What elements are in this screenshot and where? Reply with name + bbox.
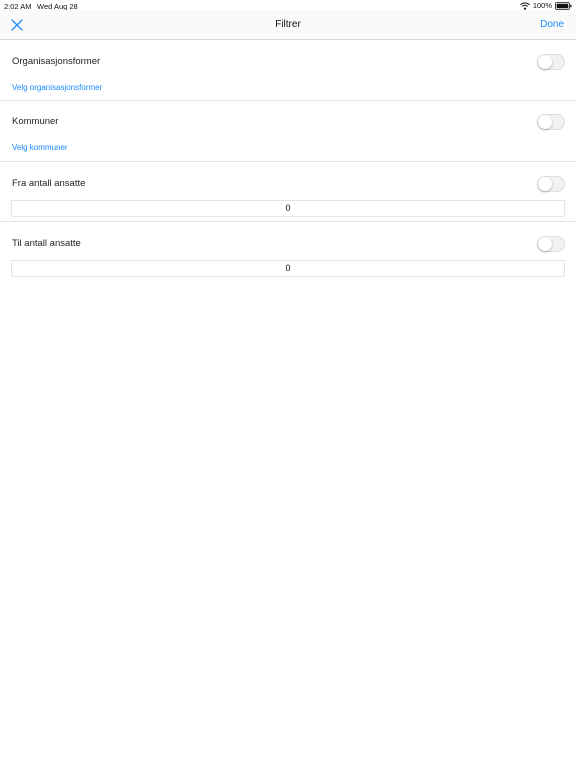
to-employees-input[interactable]: 0 — [11, 260, 565, 277]
status-indicators: 100% — [519, 1, 572, 10]
to-employees-toggle[interactable] — [537, 236, 565, 252]
done-button[interactable]: Done — [540, 19, 564, 30]
org-forms-label: Organisasjonsformer — [12, 56, 101, 67]
to-employees-label: Til antall ansatte — [12, 238, 81, 249]
section-from-employees: Fra antall ansatte 0 — [0, 162, 576, 222]
toggle-knob — [538, 237, 552, 251]
page-title: Filtrer — [275, 19, 301, 30]
battery-percent: 100% — [532, 1, 552, 10]
toggle-knob — [538, 55, 552, 69]
battery-icon — [555, 1, 572, 10]
wifi-icon — [519, 2, 530, 10]
toggle-knob — [538, 177, 552, 191]
section-org-forms: Organisasjonsformer Velg organisasjonsfo… — [0, 41, 576, 101]
municipalities-label: Kommuner — [12, 116, 59, 127]
nav-bar: Filtrer Done — [0, 10, 576, 40]
select-org-forms-link[interactable]: Velg organisasjonsformer — [12, 83, 102, 92]
toggle-knob — [538, 115, 552, 129]
org-forms-toggle[interactable] — [537, 54, 565, 70]
municipalities-toggle[interactable] — [537, 114, 565, 130]
filter-list: Organisasjonsformer Velg organisasjonsfo… — [0, 41, 576, 282]
from-employees-toggle[interactable] — [537, 176, 565, 192]
from-employees-label: Fra antall ansatte — [12, 178, 86, 189]
section-municipalities: Kommuner Velg kommuner — [0, 101, 576, 162]
section-to-employees: Til antall ansatte 0 — [0, 222, 576, 282]
from-employees-input[interactable]: 0 — [11, 200, 565, 217]
select-municipalities-link[interactable]: Velg kommuner — [12, 143, 68, 152]
